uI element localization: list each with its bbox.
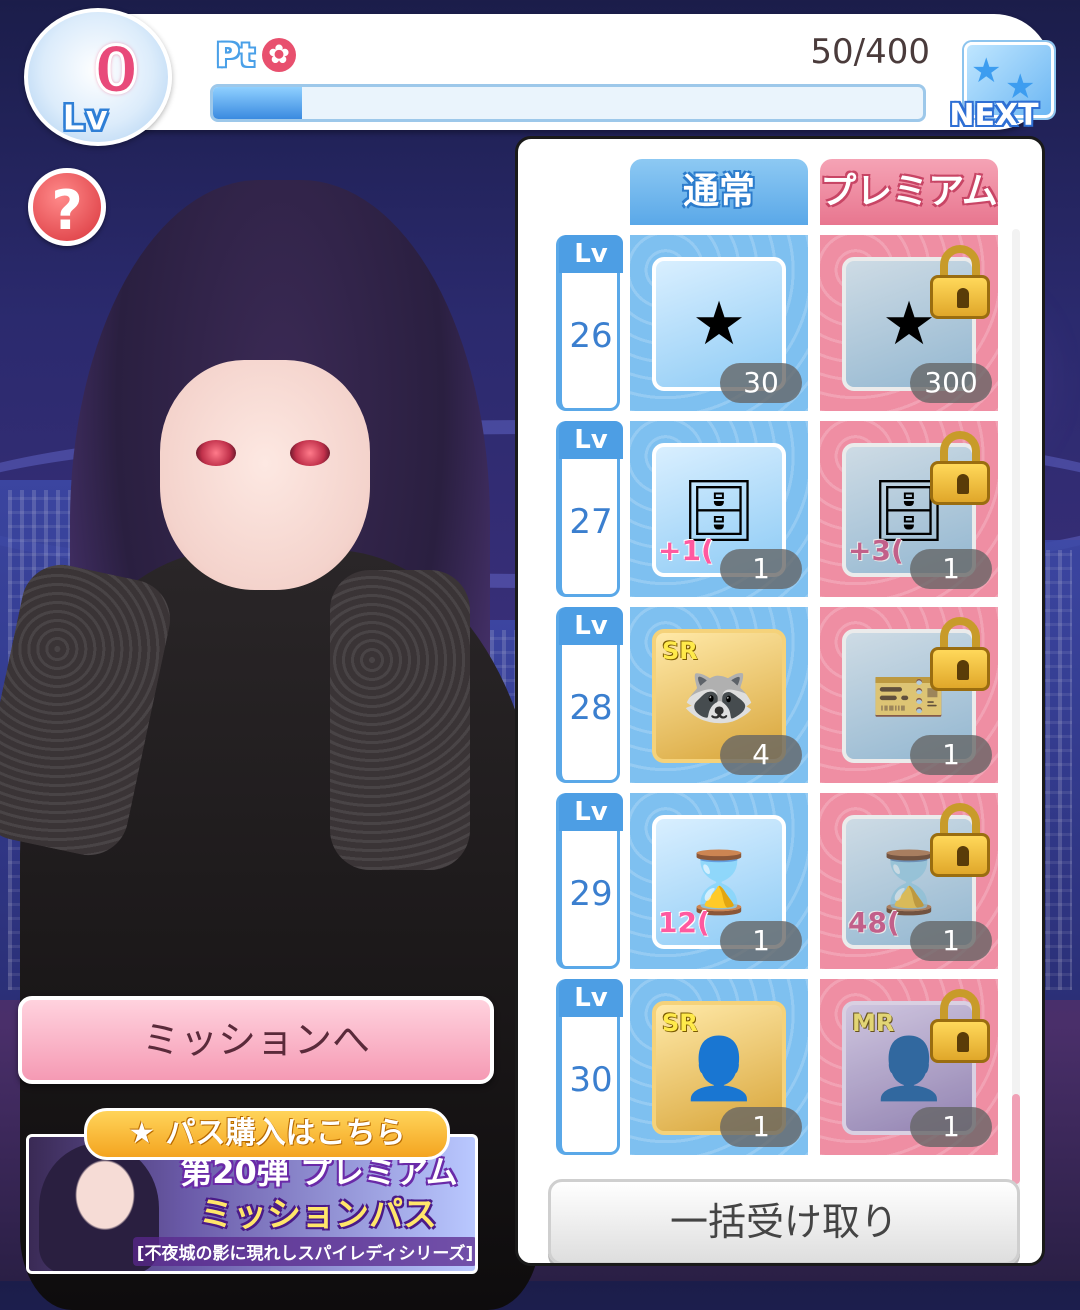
level-badge: 0 Lv (24, 8, 172, 146)
reward-quantity: 1 (720, 549, 802, 589)
row-level-tag: Lv (559, 235, 623, 273)
reward-row: Lv 27 🗄 +1(1 🗄 +3(1 (518, 421, 1042, 597)
receive-all-button[interactable]: 一括受け取り (548, 1179, 1020, 1263)
row-level-tag: Lv (559, 421, 623, 459)
rarity-badge: SR (662, 1009, 698, 1037)
pass-title-line2: ミッションパス (199, 1195, 437, 1235)
lock-icon (930, 803, 990, 877)
level-bar: Pt ✿ 50/400 ★ ★ NEXT (40, 14, 1054, 133)
row-level: Lv 29 (556, 793, 623, 969)
sakura-icon: ✿ (262, 38, 296, 72)
pass-tag: ★ パス購入はこちら (84, 1108, 450, 1160)
lock-icon (930, 617, 990, 691)
item-bonus: 48( (848, 906, 900, 939)
reward-panel: 通常 プレミアム Lv 26 ★ 30 ★ 300 Lv 27 🗄 +1(1 🗄 +3(1 Lv 28 🦝 S… (515, 136, 1045, 1266)
row-level: Lv 28 (556, 607, 623, 783)
column-header-normal: 通常 (630, 159, 808, 225)
reward-quantity: 1 (910, 921, 992, 961)
row-level-number: 26 (569, 316, 613, 356)
item-bonus: 12( (658, 906, 710, 939)
row-level-tag: Lv (559, 979, 623, 1017)
lock-icon (930, 431, 990, 505)
level-value: 0 (93, 33, 141, 110)
row-level: Lv 26 (556, 235, 623, 411)
points-progress-bar (210, 84, 926, 122)
mission-button[interactable]: ミッションへ (18, 996, 494, 1084)
reward-normal[interactable]: ⌛ 12(1 (630, 793, 808, 969)
reward-premium[interactable]: 👤 MR 1 (820, 979, 998, 1155)
reward-normal[interactable]: ★ 30 (630, 235, 808, 411)
next-label: NEXT (949, 98, 1039, 133)
pass-series: [不夜城の影に現れしスパイレディシリーズ] (133, 1237, 475, 1266)
scroll-thumb[interactable] (1012, 1093, 1020, 1184)
lock-icon (930, 245, 990, 319)
reward-normal[interactable]: 🗄 +1(1 (630, 421, 808, 597)
lock-icon (930, 989, 990, 1063)
reward-premium[interactable]: 🎫 1 (820, 607, 998, 783)
reward-quantity: 1 (720, 1107, 802, 1147)
reward-premium[interactable]: ★ 300 (820, 235, 998, 411)
rarity-badge: SR (662, 637, 698, 665)
reward-normal[interactable]: 👤 SR 1 (630, 979, 808, 1155)
pass-purchase-banner[interactable]: ★ パス購入はこちら 第20弾 プレミアム ミッションパス [不夜城の影に現れし… (26, 1108, 478, 1274)
row-level-number: 28 (569, 688, 613, 728)
row-level-number: 27 (569, 502, 613, 542)
reward-row: Lv 29 ⌛ 12(1 ⌛ 48(1 (518, 793, 1042, 969)
scrollbar[interactable] (1012, 229, 1020, 1259)
reward-normal[interactable]: 🦝 SR 4 (630, 607, 808, 783)
reward-quantity: 1 (910, 1107, 992, 1147)
points-count: 50/400 (810, 32, 930, 72)
row-level-number: 29 (569, 874, 613, 914)
item-bonus: +1( (658, 534, 714, 567)
reward-quantity: 30 (720, 363, 802, 403)
help-button[interactable]: ? (28, 168, 106, 246)
reward-quantity: 1 (720, 921, 802, 961)
progress-fill (213, 87, 302, 119)
row-level-tag: Lv (559, 793, 623, 831)
reward-row: Lv 26 ★ 30 ★ 300 (518, 235, 1042, 411)
row-level-number: 30 (569, 1060, 613, 1100)
reward-row: Lv 30 👤 SR 1 👤 MR 1 (518, 979, 1042, 1155)
level-tag: Lv (61, 98, 109, 140)
pass-tag-label: パス購入はこちら (165, 1116, 406, 1151)
row-level-tag: Lv (559, 607, 623, 645)
row-level: Lv 30 (556, 979, 623, 1155)
star-icon: ★ (128, 1116, 166, 1151)
column-header-premium: プレミアム (820, 159, 998, 225)
reward-quantity: 300 (910, 363, 992, 403)
row-level: Lv 27 (556, 421, 623, 597)
points-label: Pt (216, 36, 255, 74)
reward-row: Lv 28 🦝 SR 4 🎫 1 (518, 607, 1042, 783)
reward-quantity: 4 (720, 735, 802, 775)
item-bonus: +3( (848, 534, 904, 567)
rarity-badge: MR (852, 1009, 895, 1037)
reward-premium[interactable]: 🗄 +3(1 (820, 421, 998, 597)
reward-quantity: 1 (910, 549, 992, 589)
reward-quantity: 1 (910, 735, 992, 775)
next-reward-button[interactable]: ★ ★ NEXT (940, 40, 1054, 134)
reward-premium[interactable]: ⌛ 48(1 (820, 793, 998, 969)
